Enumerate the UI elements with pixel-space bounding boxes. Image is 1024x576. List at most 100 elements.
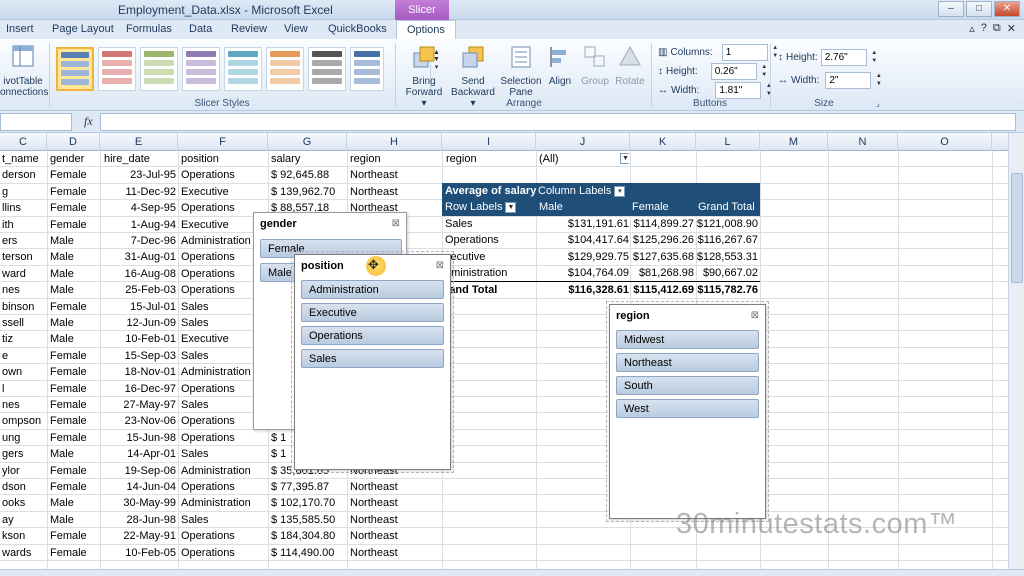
slicer-height-input[interactable] [820,49,867,66]
cell[interactable]: 10-Feb-01 [102,331,178,347]
cell[interactable]: 27-May-97 [102,397,178,413]
cell[interactable]: Northeast [348,528,442,544]
cell[interactable]: Administration [179,463,268,479]
column-header-n[interactable]: N [828,133,898,151]
cell[interactable]: 16-Aug-08 [102,266,178,282]
cell[interactable]: nes [0,282,47,298]
cell[interactable]: Operations [179,528,268,544]
slicer-item-administration[interactable]: Administration [301,280,444,299]
slicer-tools-contextual-tab[interactable]: Slicer Tools [395,0,449,36]
cell[interactable]: 28-Jun-98 [102,512,178,528]
pivot-value[interactable]: $128,553.31 [697,249,758,265]
cell[interactable]: 23-Nov-06 [102,413,178,429]
tab-view[interactable]: View [284,23,308,35]
slicer-item-northeast[interactable]: Northeast [616,353,759,372]
size-dialog-launcher-icon[interactable]: ⌟ [876,99,880,108]
cell[interactable]: Male [48,249,100,265]
cell[interactable]: Male [48,266,100,282]
column-header-d[interactable]: D [47,133,100,151]
cell[interactable]: Male [48,495,100,511]
cell[interactable]: Operations [179,430,268,446]
cell[interactable]: Northeast [348,545,442,561]
slicer-style-2[interactable] [98,47,136,91]
pivot-value[interactable]: $127,635.68 [633,249,694,265]
column-header-k[interactable]: K [630,133,696,151]
cell[interactable]: 10-Feb-05 [102,545,178,561]
name-box[interactable] [0,113,72,131]
cell[interactable]: ssell [0,315,47,331]
pivot-row-labels[interactable]: Row Labels ▼ [445,199,517,215]
slicer-style-7[interactable] [308,47,346,91]
fx-icon[interactable]: fx [84,114,93,129]
cell[interactable]: Operations [179,167,268,183]
cell[interactable]: 15-Sep-03 [102,348,178,364]
cell[interactable]: Northeast [348,495,442,511]
clear-filter-icon[interactable]: ⊠ [436,260,444,271]
slicer-item-midwest[interactable]: Midwest [616,330,759,349]
cell[interactable]: $ 184,304.80 [269,528,347,544]
cell[interactable]: 14-Jun-04 [102,479,178,495]
cell[interactable]: 15-Jun-98 [102,430,178,446]
cell[interactable]: Female [48,184,100,200]
cell[interactable]: Female [48,479,100,495]
minimize-ribbon-icon[interactable]: ▵ [969,22,975,35]
cell[interactable]: Northeast [348,184,442,200]
align-button[interactable]: Align [545,43,575,87]
cell[interactable]: Northeast [348,167,442,183]
cell[interactable]: ers [0,233,47,249]
tab-insert[interactable]: Insert [6,23,34,35]
column-header-c[interactable]: C [0,133,47,151]
cell[interactable]: Operations [179,479,268,495]
slicer-item-sales[interactable]: Sales [301,349,444,368]
minimize-button[interactable]: – [938,1,964,17]
pivot-value[interactable]: $116,328.61 [568,282,629,298]
slicer-item-south[interactable]: South [616,376,759,395]
cell[interactable]: Sales [179,446,268,462]
cell[interactable]: position [179,151,268,167]
tab-data[interactable]: Data [189,23,212,35]
close-button[interactable]: ✕ [994,1,1020,17]
cell[interactable]: nes [0,397,47,413]
column-labels-filter-icon[interactable]: ▾ [614,185,626,197]
slicer-style-4[interactable] [182,47,220,91]
cell[interactable]: Female [48,413,100,429]
cell[interactable]: $ 139,962.70 [269,184,347,200]
column-header-m[interactable]: M [760,133,828,151]
restore-icon[interactable]: ⧉ [993,22,1001,35]
column-header-i[interactable]: I [442,133,536,151]
clear-filter-icon[interactable]: ⊠ [392,218,400,229]
slicer-style-5[interactable] [224,47,262,91]
close-workbook-icon[interactable]: ✕ [1007,22,1016,35]
row-labels-filter-icon[interactable]: ▼ [505,201,517,213]
button-height-spinner[interactable]: ▲ ▼ [760,63,769,80]
pivot-values-header[interactable]: Average of salary [445,183,536,199]
cell[interactable]: Northeast [348,479,442,495]
column-header-h[interactable]: H [347,133,442,151]
pivot-row-label[interactable]: dministration [445,265,507,281]
cell[interactable]: $ 102,170.70 [269,495,347,511]
cell[interactable]: Female [48,397,100,413]
cell[interactable]: derson [0,167,47,183]
cell[interactable]: $ 135,585.50 [269,512,347,528]
cell[interactable]: l [0,381,47,397]
cell[interactable]: Female [48,430,100,446]
pivot-value[interactable]: $81,268.98 [639,265,694,281]
pivot-value[interactable]: $114,899.27 [634,216,694,232]
tab-review[interactable]: Review [231,23,267,35]
cell[interactable]: ooks [0,495,47,511]
button-height-input[interactable] [710,63,757,80]
cell[interactable]: 31-Aug-01 [102,249,178,265]
pivot-row-label[interactable]: Sales [445,216,473,232]
cell[interactable]: own [0,364,47,380]
slicer-item-operations[interactable]: Operations [301,326,444,345]
cell[interactable]: 7-Dec-96 [102,233,178,249]
pivot-row-label[interactable]: xecutive [445,249,485,265]
cell[interactable]: ay [0,512,47,528]
cell[interactable]: ompson [0,413,47,429]
cell[interactable]: gender [48,151,100,167]
slicer-item-executive[interactable]: Executive [301,303,444,322]
cell[interactable]: 19-Sep-06 [102,463,178,479]
tab-formulas[interactable]: Formulas [126,23,172,35]
cell[interactable]: ith [0,217,47,233]
cell[interactable]: Northeast [348,512,442,528]
